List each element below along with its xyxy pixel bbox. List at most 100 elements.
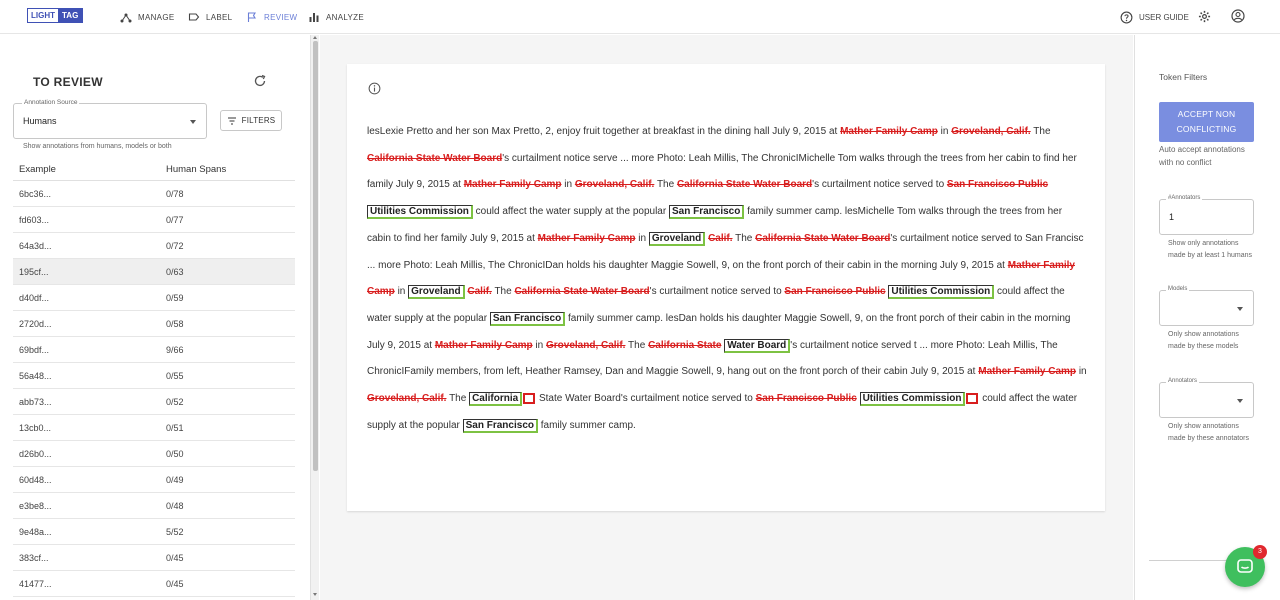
document-text[interactable]: lesLexie Pretto and her son Max Pretto, …	[367, 119, 1087, 439]
rejected-annotation[interactable]: Groveland, Calif.	[951, 126, 1030, 137]
bar-chart-icon	[309, 13, 319, 22]
scroll-down-arrow[interactable]	[313, 593, 317, 596]
accepted-annotation[interactable]: Utilities Commission	[888, 285, 995, 300]
table-row[interactable]: e3be8... 0/48	[13, 493, 295, 519]
conflict-marker[interactable]	[966, 392, 979, 404]
table-row[interactable]: d26b0... 0/50	[13, 441, 295, 467]
row-spans: 0/49	[166, 475, 184, 485]
gear-icon[interactable]	[1198, 10, 1211, 23]
annotation-source-select[interactable]: Annotation Source Humans	[13, 99, 207, 139]
rejected-annotation[interactable]: California State Water Board	[514, 286, 649, 297]
annotators-select[interactable]: Annotators	[1159, 378, 1254, 418]
auto-accept-text: Auto accept annotations with no conflict	[1159, 145, 1245, 167]
page-scrollbar[interactable]	[1272, 35, 1280, 600]
table-row[interactable]: 64a3d... 0/72	[13, 233, 295, 259]
rejected-annotation[interactable]: Mather Family Camp	[538, 233, 636, 244]
rejected-annotation[interactable]: Mather Family Camp	[464, 179, 562, 190]
col-human-spans[interactable]: Human Spans	[166, 164, 226, 175]
table-row[interactable]: 9e48a... 5/52	[13, 519, 295, 545]
row-spans: 5/52	[166, 527, 184, 537]
row-spans: 0/55	[166, 371, 184, 381]
user-guide-link[interactable]: USER GUIDE	[1120, 0, 1189, 34]
annotators-count-input[interactable]: #Annotators 1	[1159, 195, 1254, 235]
logo-part2: TAG	[58, 9, 83, 22]
models-select[interactable]: Models	[1159, 286, 1254, 326]
row-example: 60d48...	[19, 475, 52, 485]
document-token: in	[1076, 366, 1087, 378]
table-row[interactable]: 383cf... 0/45	[13, 545, 295, 571]
accepted-annotation[interactable]: Groveland	[648, 231, 706, 246]
lighttag-logo[interactable]: LIGHT TAG	[27, 8, 84, 23]
document-token: in	[561, 179, 575, 191]
table-row[interactable]: 41477... 0/45	[13, 571, 295, 597]
table-row[interactable]: 56a48... 0/55	[13, 363, 295, 389]
accept-line2: CONFLICTING	[1176, 124, 1237, 134]
table-row[interactable]: fd603... 0/77	[13, 207, 295, 233]
accepted-annotation[interactable]: Utilities Commission	[367, 205, 473, 220]
document-token: could affect the water supply at the pop…	[472, 206, 669, 218]
table-row[interactable]: 69bdf... 9/66	[13, 337, 295, 363]
rejected-annotation[interactable]: California State Water Board	[677, 179, 812, 190]
account-icon[interactable]	[1231, 9, 1245, 23]
rejected-annotation[interactable]: Calif.	[708, 233, 732, 244]
conflict-marker[interactable]	[523, 392, 536, 404]
rejected-annotation[interactable]: San Francisco Public	[784, 286, 885, 297]
table-row[interactable]: 60d48... 0/49	[13, 467, 295, 493]
annotation-source-value: Humans	[23, 116, 57, 126]
row-example: d40df...	[19, 293, 50, 303]
nav-analyze[interactable]: ANALYZE	[308, 0, 364, 34]
rejected-annotation[interactable]: Mather Family Camp	[435, 340, 533, 351]
nav-analyze-label: ANALYZE	[326, 12, 364, 22]
rejected-annotation[interactable]: California State	[648, 340, 721, 351]
row-example: 383cf...	[19, 553, 49, 563]
accepted-annotation[interactable]: San Francisco	[668, 205, 745, 220]
rejected-annotation[interactable]: San Francisco Public	[947, 179, 1048, 190]
annotation-source-label: Annotation Source	[22, 99, 80, 106]
rejected-annotation[interactable]: Groveland, Calif.	[546, 340, 625, 351]
nav-review[interactable]: REVIEW	[246, 0, 297, 34]
row-example: 13cb0...	[19, 423, 52, 433]
nav-manage-label: MANAGE	[138, 12, 175, 22]
accept-non-conflicting-button[interactable]: ACCEPT NON CONFLICTING	[1159, 102, 1254, 142]
accepted-annotation[interactable]: Utilities Commission	[859, 392, 966, 407]
col-example[interactable]: Example	[19, 164, 56, 175]
nav-manage[interactable]: MANAGE	[120, 0, 174, 34]
rejected-annotation[interactable]: California State Water Board	[755, 233, 890, 244]
rejected-annotation[interactable]: Calif.	[467, 286, 491, 297]
row-example: e3be8...	[19, 501, 52, 511]
token-filters-title: Token Filters	[1159, 72, 1208, 82]
accepted-annotation[interactable]: California	[469, 392, 523, 407]
document-token: 's curtailment notice served to	[649, 286, 785, 298]
row-spans: 0/58	[166, 319, 184, 329]
graph-icon	[120, 13, 132, 23]
rejected-annotation[interactable]: Mather Family Camp	[978, 366, 1076, 377]
document-token: State Water Board's curtailment notice s…	[536, 393, 756, 405]
table-row-selected[interactable]: 195cf... 0/63	[13, 259, 295, 285]
rejected-annotation[interactable]: California State Water Board	[367, 153, 502, 164]
nav-review-label: REVIEW	[264, 12, 298, 22]
row-example: 6bc36...	[19, 189, 52, 199]
filters-button[interactable]: FILTERS	[220, 110, 282, 131]
rejected-annotation[interactable]: Groveland, Calif.	[575, 179, 654, 190]
scrollbar-thumb[interactable]	[313, 41, 318, 471]
table-row[interactable]: abb73... 0/52	[13, 389, 295, 415]
table-row[interactable]: 6bc36... 0/78	[13, 181, 295, 207]
table-row[interactable]: 2720d... 0/58	[13, 311, 295, 337]
flag-icon	[247, 12, 256, 22]
rejected-annotation[interactable]: San Francisco Public	[756, 393, 857, 404]
nav-label[interactable]: LABEL	[188, 0, 232, 34]
row-example: 41477...	[19, 579, 52, 589]
left-scrollbar[interactable]	[310, 35, 319, 600]
accepted-annotation[interactable]: San Francisco	[462, 418, 538, 433]
table-row[interactable]: d40df... 0/59	[13, 285, 295, 311]
user-guide-label: USER GUIDE	[1139, 12, 1189, 22]
table-row[interactable]: 13cb0... 0/51	[13, 415, 295, 441]
accepted-annotation[interactable]: Groveland	[408, 285, 465, 300]
rejected-annotation[interactable]: Groveland, Calif.	[367, 393, 446, 404]
rejected-annotation[interactable]: Mather Family Camp	[840, 126, 938, 137]
info-icon[interactable]	[368, 82, 381, 95]
accepted-annotation[interactable]: San Francisco	[489, 311, 566, 326]
refresh-icon[interactable]	[253, 74, 267, 88]
accepted-annotation[interactable]: Water Board	[724, 338, 791, 353]
scroll-up-arrow[interactable]	[313, 36, 317, 39]
